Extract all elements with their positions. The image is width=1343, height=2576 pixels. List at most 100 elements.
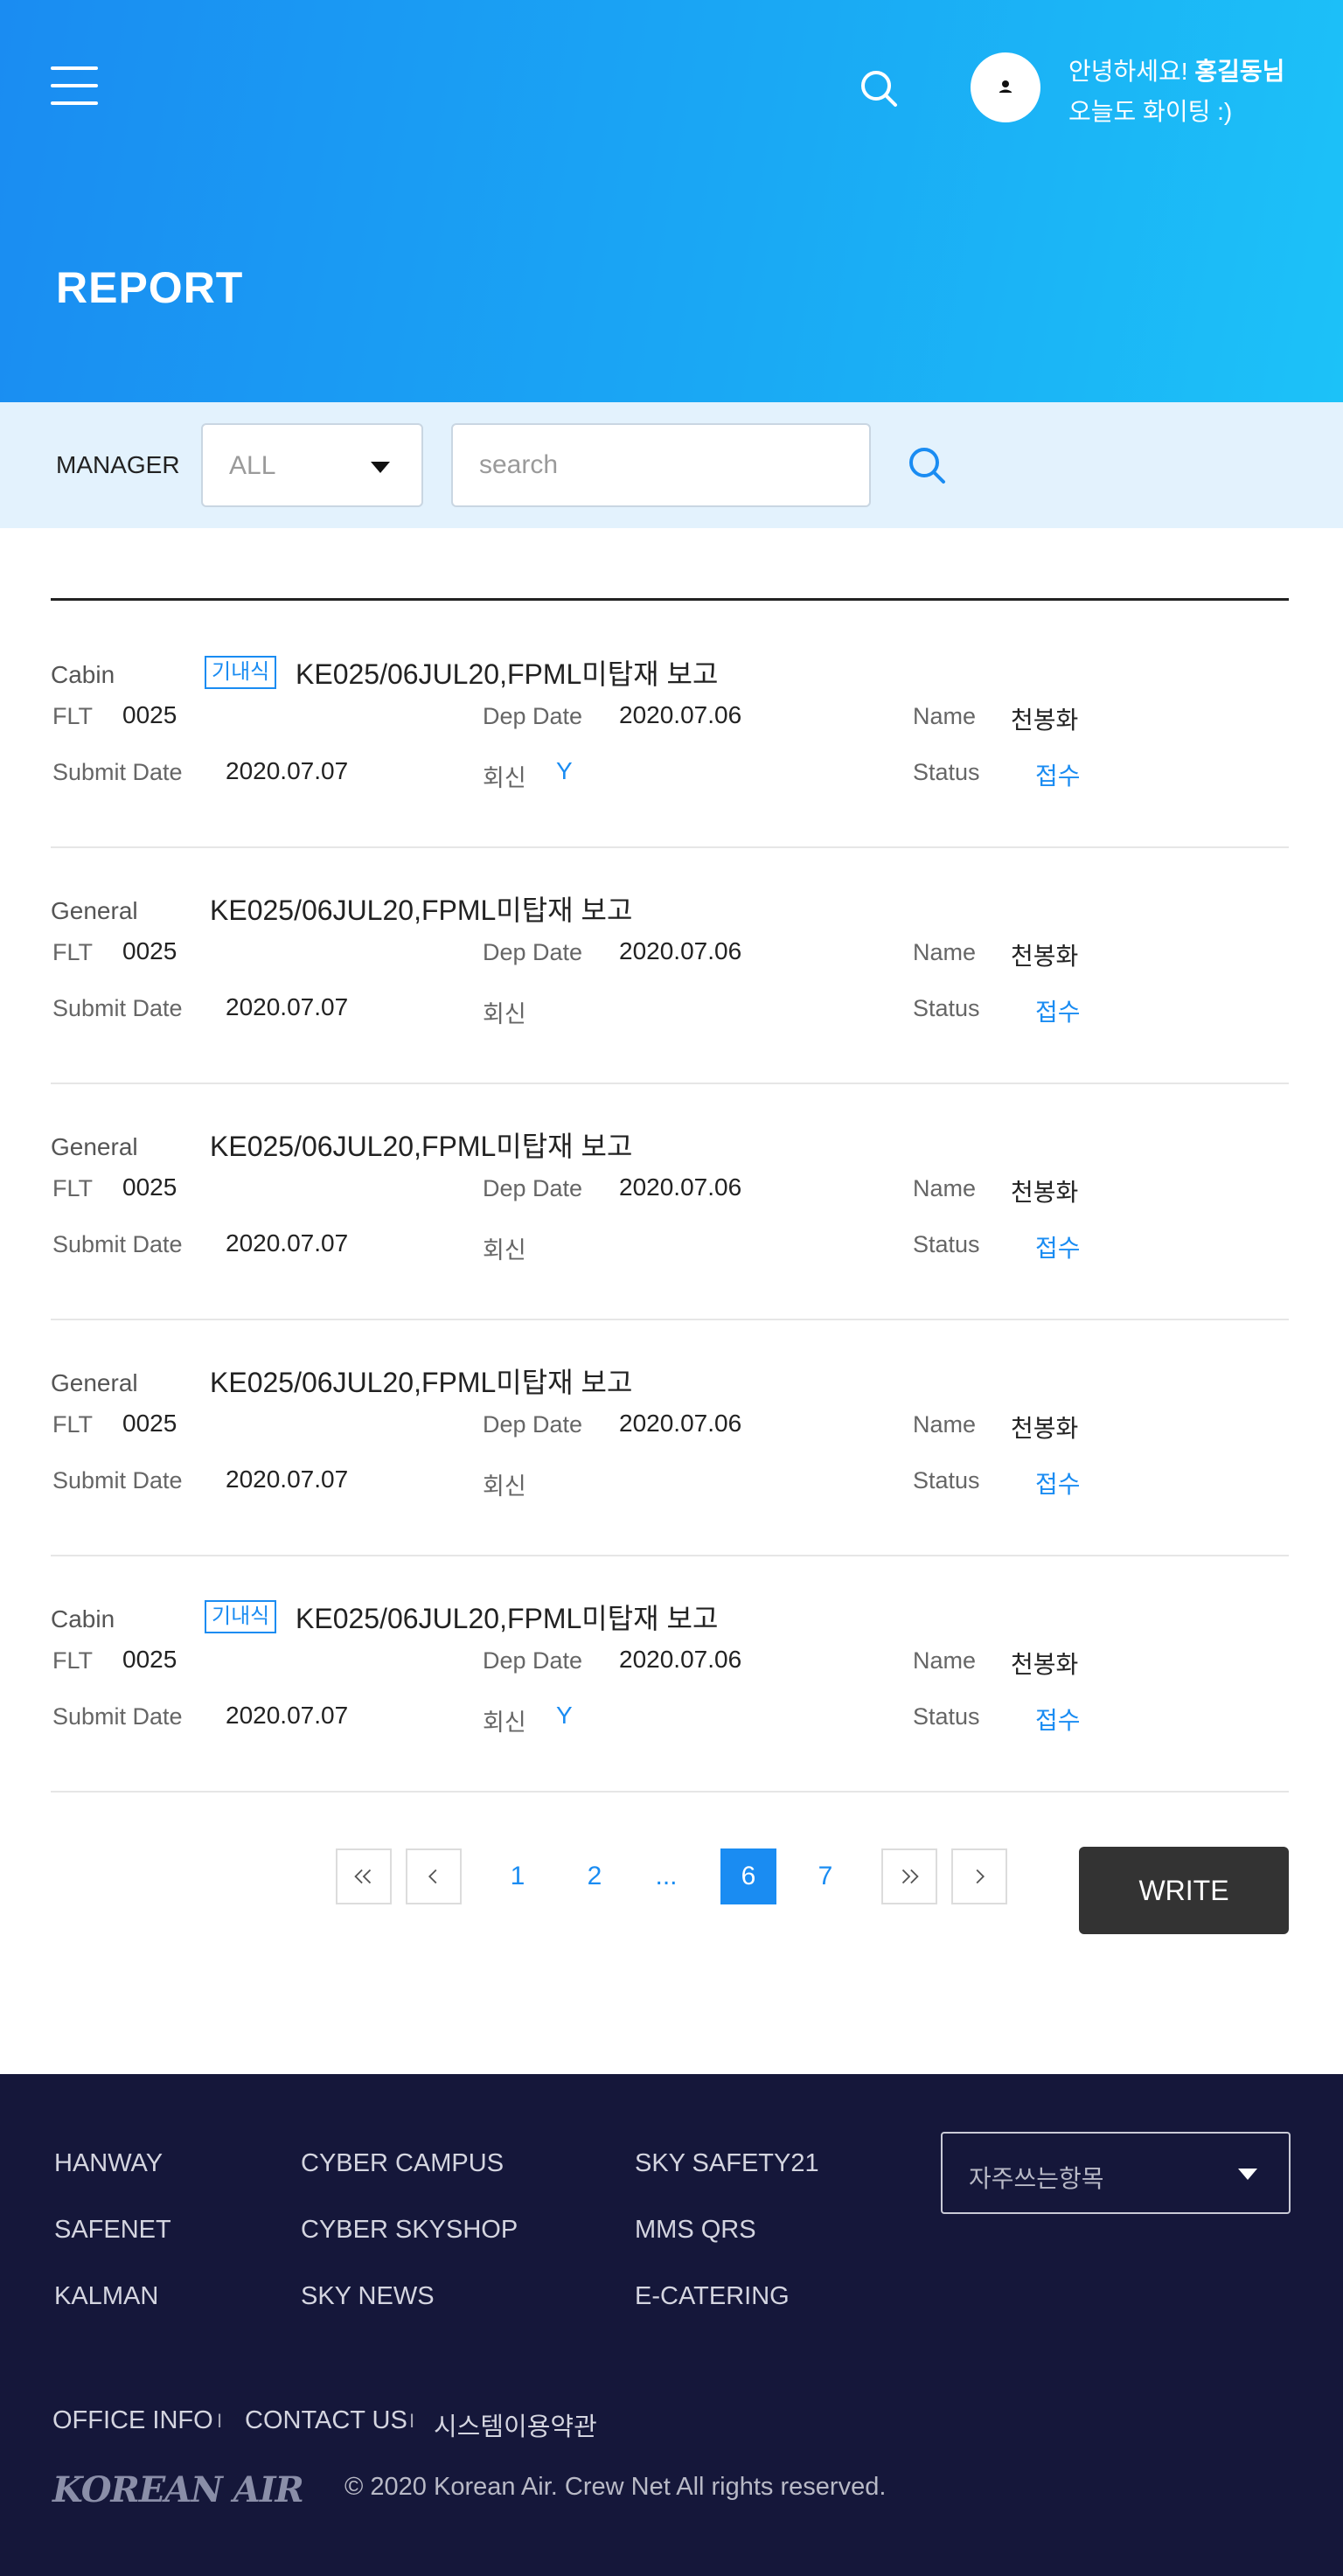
reply-label: 회신: [483, 1709, 526, 1736]
report-item[interactable]: Cabin 기내식 KE025/06JUL20,FPML미탑재 보고 FLT 0025 D…: [51, 1556, 1289, 1793]
double-chevron-right-icon[interactable]: [881, 1848, 937, 1904]
dep-date-label: Dep Date: [483, 939, 583, 965]
reply-value: Y: [556, 1702, 573, 1729]
status-label: Status: [913, 1467, 980, 1493]
name-label: Name: [913, 1175, 977, 1201]
name-value: 천봉화: [1011, 707, 1079, 734]
flt-value: 0025: [122, 701, 177, 728]
status-label: Status: [913, 995, 980, 1021]
report-badge: 기내식: [205, 656, 277, 689]
footer-link-office-info[interactable]: OFFICE INFO: [52, 2406, 213, 2435]
report-item[interactable]: General KE025/06JUL20,FPML미탑재 보고 FLT 0025 De…: [51, 1320, 1289, 1556]
report-category: General: [51, 1369, 138, 1396]
dep-date-value: 2020.07.06: [619, 937, 742, 964]
search-input[interactable]: [451, 423, 871, 507]
favorites-placeholder: 자주쓰는항목: [969, 2165, 1104, 2192]
greeting-prefix: 안녕하세요!: [1068, 58, 1195, 85]
dep-date-value: 2020.07.06: [619, 701, 742, 728]
report-category: General: [51, 1133, 138, 1160]
footer-link-kalman[interactable]: KALMAN: [54, 2282, 158, 2311]
footer-link-cyber-skyshop[interactable]: CYBER SKYSHOP: [301, 2216, 518, 2245]
flt-label: FLT: [52, 1175, 93, 1201]
status-label: Status: [913, 1703, 980, 1730]
dep-date-value: 2020.07.06: [619, 1410, 742, 1437]
page-title: REPORT: [56, 263, 244, 312]
menu-icon[interactable]: [51, 66, 98, 105]
greeting-sub: 오늘도 화이팅 :): [1068, 98, 1233, 125]
status-value: 접수: [1035, 762, 1081, 790]
chevron-right-icon[interactable]: [951, 1848, 1007, 1904]
footer-link-contact-us[interactable]: CONTACT US: [245, 2406, 407, 2435]
dep-date-value: 2020.07.06: [619, 1646, 742, 1673]
report-category: Cabin: [51, 661, 115, 688]
flt-label: FLT: [52, 1647, 93, 1674]
status-label: Status: [913, 1231, 980, 1257]
report-title[interactable]: KE025/06JUL20,FPML미탑재 보고: [296, 652, 718, 693]
dep-date-label: Dep Date: [483, 1175, 583, 1201]
report-item[interactable]: Cabin 기내식 KE025/06JUL20,FPML미탑재 보고 FLT 0025 D…: [51, 612, 1289, 848]
footer-link-sky-news[interactable]: SKY NEWS: [301, 2282, 435, 2311]
korean-air-logo: KOREAN AIR: [52, 2469, 304, 2510]
footer-link-cyber-campus[interactable]: CYBER CAMPUS: [301, 2149, 504, 2178]
page-7[interactable]: 7: [797, 1848, 853, 1904]
dep-date-label: Dep Date: [483, 703, 583, 729]
avatar[interactable]: [971, 52, 1040, 122]
report-title[interactable]: KE025/06JUL20,FPML미탑재 보고: [210, 1361, 632, 1401]
caret-down-icon: [1238, 2169, 1257, 2180]
submit-date-label: Submit Date: [52, 1231, 183, 1257]
page-2[interactable]: 2: [567, 1848, 623, 1904]
report-title[interactable]: KE025/06JUL20,FPML미탑재 보고: [210, 888, 632, 929]
user-name: 홍길동님: [1194, 58, 1285, 85]
double-chevron-left-icon[interactable]: [336, 1848, 392, 1904]
name-label: Name: [913, 1647, 977, 1674]
flt-label: FLT: [52, 703, 93, 729]
copyright: © 2020 Korean Air. Crew Net All rights r…: [344, 2473, 887, 2501]
reply-label: 회신: [483, 1237, 526, 1264]
report-badge: 기내식: [205, 1600, 277, 1633]
reply-label: 회신: [483, 1001, 526, 1027]
submit-date-label: Submit Date: [52, 1703, 183, 1730]
report-title[interactable]: KE025/06JUL20,FPML미탑재 보고: [296, 1597, 718, 1637]
search-icon[interactable]: [906, 444, 948, 486]
footer-link-safenet[interactable]: SAFENET: [54, 2216, 171, 2245]
dep-date-label: Dep Date: [483, 1647, 583, 1674]
name-value: 천봉화: [1011, 943, 1079, 970]
flt-value: 0025: [122, 937, 177, 964]
write-button[interactable]: WRITE: [1079, 1847, 1289, 1934]
caret-down-icon: [371, 462, 390, 473]
report-item[interactable]: General KE025/06JUL20,FPML미탑재 보고 FLT 0025 De…: [51, 1084, 1289, 1320]
footer: HANWAY SAFENET KALMAN CYBER CAMPUS CYBER…: [0, 2074, 1343, 2576]
footer-link-sky-safety21[interactable]: SKY SAFETY21: [635, 2149, 819, 2178]
chevron-left-icon[interactable]: [406, 1848, 462, 1904]
report-category: Cabin: [51, 1605, 115, 1633]
name-label: Name: [913, 703, 977, 729]
submit-date-label: Submit Date: [52, 759, 183, 785]
submit-date-label: Submit Date: [52, 995, 183, 1021]
name-value: 천봉화: [1011, 1651, 1079, 1678]
reply-label: 회신: [483, 1473, 526, 1500]
footer-link-e-catering[interactable]: E-CATERING: [635, 2282, 790, 2311]
flt-value: 0025: [122, 1410, 177, 1437]
filter-bar: MANAGER ALL: [0, 402, 1343, 528]
favorites-select[interactable]: 자주쓰는항목: [941, 2132, 1291, 2214]
submit-date-value: 2020.07.07: [226, 1466, 349, 1493]
manager-select[interactable]: ALL: [201, 423, 423, 507]
footer-link-terms[interactable]: 시스템이용약관: [434, 2406, 597, 2443]
page-6-current[interactable]: 6: [720, 1848, 776, 1904]
submit-date-label: Submit Date: [52, 1467, 183, 1493]
report-title[interactable]: KE025/06JUL20,FPML미탑재 보고: [210, 1124, 632, 1165]
name-label: Name: [913, 1411, 977, 1438]
footer-link-mms-qrs[interactable]: MMS QRS: [635, 2216, 756, 2245]
search-icon[interactable]: [859, 68, 899, 108]
footer-link-hanway[interactable]: HANWAY: [54, 2149, 163, 2178]
header: 안녕하세요! 홍길동님 오늘도 화이팅 :) REPORT: [0, 0, 1343, 402]
submit-date-value: 2020.07.07: [226, 757, 349, 784]
report-item[interactable]: General KE025/06JUL20,FPML미탑재 보고 FLT 0025 De…: [51, 848, 1289, 1084]
list-divider: [51, 598, 1289, 601]
manager-selected-value: ALL: [229, 451, 276, 480]
page-ellipsis: ...: [655, 1862, 678, 1890]
flt-value: 0025: [122, 1173, 177, 1201]
user-icon: [999, 80, 1012, 93]
page-1[interactable]: 1: [490, 1848, 546, 1904]
status-value: 접수: [1035, 1471, 1081, 1498]
